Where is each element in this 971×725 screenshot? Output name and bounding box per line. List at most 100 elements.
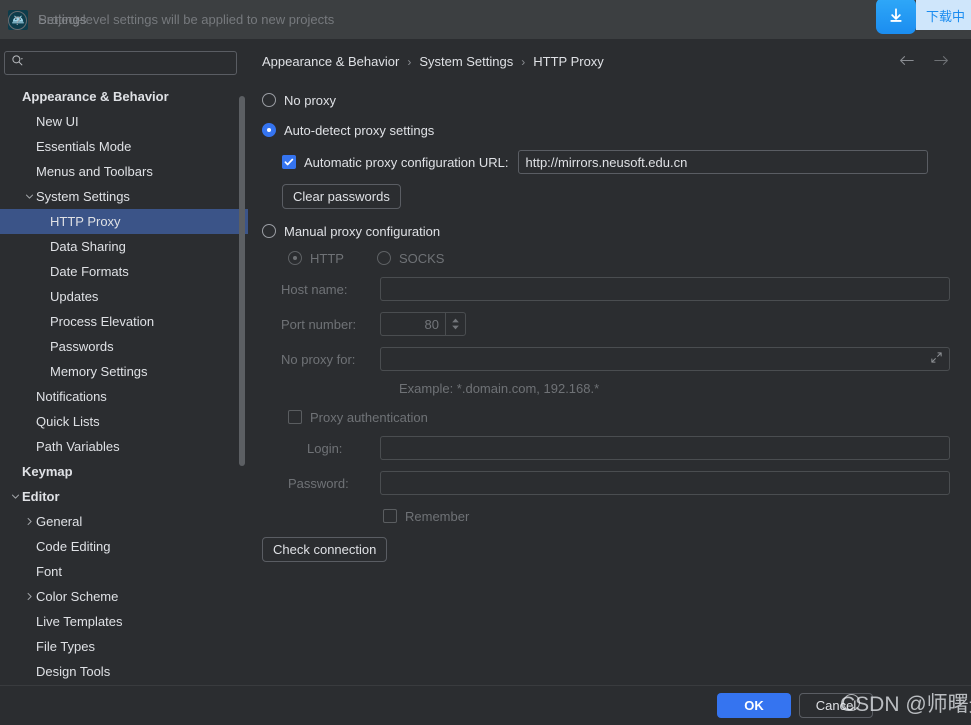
protocol-row: HTTP SOCKS [288,247,962,269]
chevron-right-icon[interactable] [22,592,36,601]
arrow-left-icon[interactable] [899,54,915,72]
clear-passwords-button[interactable]: Clear passwords [282,184,401,209]
settings-sidebar: Appearance & Behavior New UI Essentials Mo… [0,39,248,685]
sidebar-item-label: Memory Settings [50,364,148,379]
sidebar-item-new-ui[interactable]: New UI [0,109,248,134]
sidebar-item-label: Code Editing [36,539,111,554]
auto-detect-radio[interactable] [262,123,276,137]
host-name-label: Host name: [281,281,348,297]
auto-url-input[interactable]: http://mirrors.neusoft.edu.cn [518,150,929,174]
manual-proxy-radio[interactable] [262,224,276,238]
sidebar-item-data-sharing[interactable]: Data Sharing [0,234,248,259]
cancel-button[interactable]: Cancel [799,693,873,718]
sidebar-item-editor[interactable]: Editor [0,484,248,509]
no-proxy-for-label: No proxy for: [281,351,356,367]
chevron-right-icon: › [521,54,526,69]
download-arrow-icon[interactable] [875,0,916,34]
sidebar-item-label: Updates [50,289,99,304]
sidebar-item-http-proxy[interactable]: HTTP Proxy [0,209,248,234]
sidebar-item-label: HTTP Proxy [50,214,121,229]
sidebar-item-essentials-mode[interactable]: Essentials Mode [0,134,248,159]
sidebar-item-label: Appearance & Behavior [22,89,169,104]
sidebar-item-label: Notifications [36,389,107,404]
sidebar-item-path-variables[interactable]: Path Variables [0,434,248,459]
download-status-label: 下载中 [915,0,971,30]
auto-detect-option[interactable]: Auto-detect proxy settings [262,119,962,141]
http-radio [288,251,302,265]
port-number-row: Port number: 80 [262,312,962,336]
arrow-right-icon[interactable] [933,54,949,72]
sidebar-item-updates[interactable]: Updates [0,284,248,309]
sidebar-scrollbar-thumb[interactable] [239,96,245,466]
sidebar-item-label: Data Sharing [50,239,126,254]
sidebar-item-date-formats[interactable]: Date Formats [0,259,248,284]
sidebar-item-notifications[interactable]: Notifications [0,384,248,409]
sidebar-item-label: Color Scheme [36,589,119,604]
no-proxy-for-input [380,347,950,371]
no-proxy-option[interactable]: No proxy [262,89,962,111]
navigation-arrows [899,54,949,72]
sidebar-item-label: New UI [36,114,79,129]
no-proxy-radio[interactable] [262,93,276,107]
sidebar-item-file-types[interactable]: File Types [0,634,248,659]
sidebar-item-font[interactable]: Font [0,559,248,584]
sidebar-item-process-elevation[interactable]: Process Elevation [0,309,248,334]
chevron-down-icon[interactable] [22,192,36,201]
sidebar-item-system-settings[interactable]: System Settings [0,184,248,209]
proxy-auth-checkbox [288,410,302,424]
password-input [380,471,950,495]
sidebar-item-design-tools[interactable]: Design Tools [0,659,248,684]
sidebar-item-label: Editor [22,489,60,504]
login-input [380,436,950,460]
sidebar-item-label: Date Formats [50,264,129,279]
auto-url-value: http://mirrors.neusoft.edu.cn [525,154,688,170]
search-input[interactable] [4,51,237,75]
manual-proxy-label: Manual proxy configuration [284,223,441,239]
chevron-down-icon[interactable] [8,492,22,501]
sidebar-item-general[interactable]: General [0,509,248,534]
sidebar-item-live-templates[interactable]: Live Templates [0,609,248,634]
example-hint: Example: *.domain.com, 192.168.* [399,380,962,398]
sidebar-item-label: System Settings [36,189,130,204]
stepper-arrows [445,313,465,335]
settings-dialog: Settings 下载中 Appearance & Behavior New UI… [0,0,971,725]
login-row: Login: [262,436,962,460]
auto-detect-label: Auto-detect proxy settings [284,122,435,138]
port-number-stepper: 80 [380,312,466,336]
manual-proxy-option[interactable]: Manual proxy configuration [262,220,962,242]
sidebar-item-label: Quick Lists [36,414,100,429]
sidebar-item-quick-lists[interactable]: Quick Lists [0,409,248,434]
sidebar-item-code-editing[interactable]: Code Editing [0,534,248,559]
breadcrumb-item-2: HTTP Proxy [533,54,604,69]
sidebar-item-memory-settings[interactable]: Memory Settings [0,359,248,384]
socks-label: SOCKS [398,250,445,266]
breadcrumb: Appearance & Behavior › System Settings … [262,54,604,69]
example-text: Example: *.domain.com, 192.168.* [399,381,600,396]
sidebar-item-color-scheme[interactable]: Color Scheme [0,584,248,609]
check-connection-row: Check connection [262,537,962,562]
sidebar-item-label: Font [36,564,63,579]
settings-content: Appearance & Behavior › System Settings … [248,39,971,685]
breadcrumb-item-1[interactable]: System Settings [419,54,513,69]
settings-tree: Appearance & Behavior New UI Essentials Mo… [0,84,248,684]
chevron-right-icon: › [407,54,412,69]
sidebar-item-keymap[interactable]: Keymap [0,459,248,484]
port-number-label: Port number: [281,316,357,332]
sidebar-item-label: Essentials Mode [36,139,132,154]
sidebar-item-appearance-behavior[interactable]: Appearance & Behavior [0,84,248,109]
help-question-icon[interactable]: ? [8,11,27,30]
no-proxy-label: No proxy [284,92,337,108]
ok-button[interactable]: OK [717,693,791,718]
chevron-right-icon[interactable] [22,517,36,526]
breadcrumb-item-0[interactable]: Appearance & Behavior [262,54,399,69]
watermark-logo-icon [843,694,860,711]
sidebar-item-menus-and-toolbars[interactable]: Menus and Toolbars [0,159,248,184]
sidebar-item-label: Keymap [22,464,73,479]
auto-url-checkbox[interactable] [282,155,296,169]
remember-checkbox [383,509,397,523]
sidebar-item-label: General [36,514,83,529]
sidebar-item-passwords[interactable]: Passwords [0,334,248,359]
proxy-auth-label: Proxy authentication [310,409,428,425]
check-connection-button[interactable]: Check connection [262,537,388,562]
host-name-row: Host name: [262,277,962,301]
